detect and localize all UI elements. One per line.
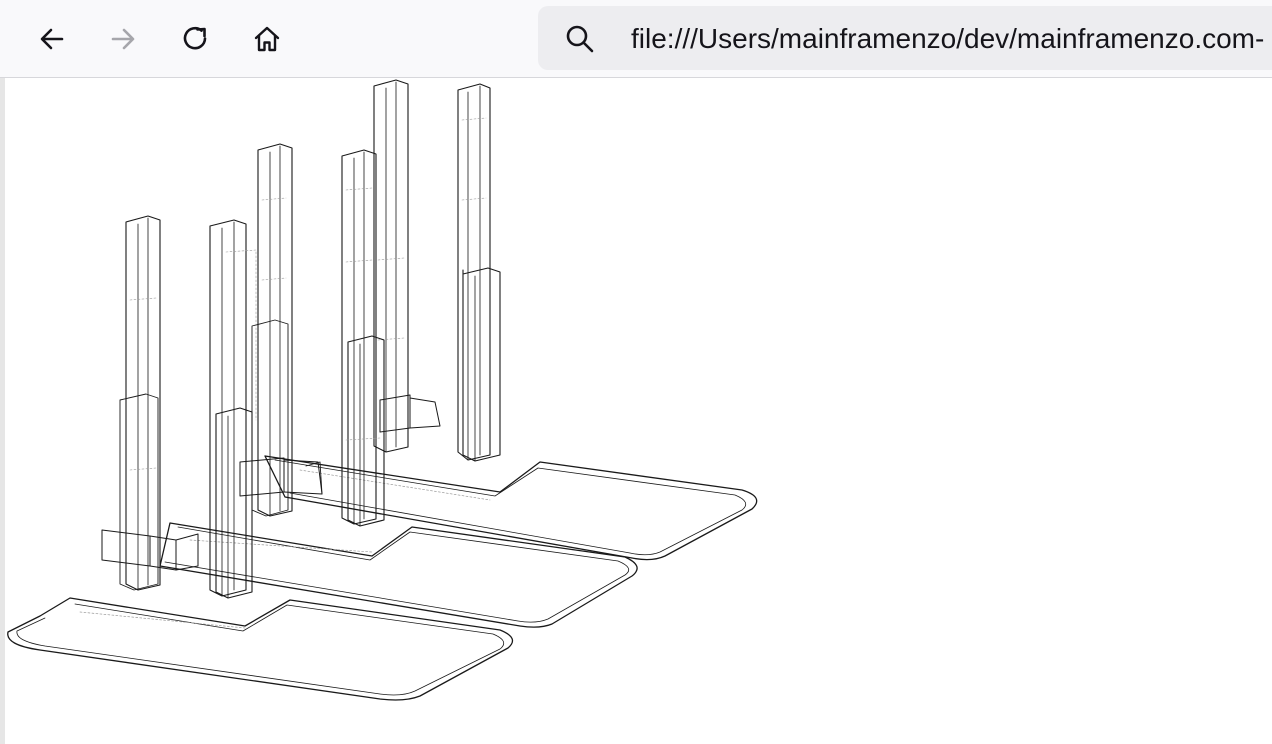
back-base-plate — [264, 455, 758, 561]
forward-button[interactable] — [103, 19, 143, 59]
url-bar[interactable]: file:///Users/mainframenzo/dev/mainframe… — [538, 6, 1272, 70]
browser-toolbar: file:///Users/mainframenzo/dev/mainframe… — [0, 0, 1272, 78]
column-front-middle — [209, 219, 257, 599]
search-icon — [564, 23, 596, 55]
front-base-plate — [7, 597, 514, 701]
isometric-wireframe-drawing — [7, 79, 758, 701]
column-front-left — [101, 215, 199, 591]
home-button[interactable] — [247, 19, 287, 59]
home-icon — [251, 23, 283, 55]
page-viewport — [5, 78, 1272, 744]
reload-icon — [180, 23, 212, 55]
arrow-left-icon — [36, 23, 68, 55]
arrow-right-icon — [107, 23, 139, 55]
url-text[interactable]: file:///Users/mainframenzo/dev/mainframe… — [631, 23, 1264, 55]
middle-base-plate — [159, 522, 638, 628]
column-far-right — [457, 83, 501, 462]
reload-button[interactable] — [176, 19, 216, 59]
column-middle-back — [341, 149, 385, 527]
back-button[interactable] — [32, 19, 72, 59]
